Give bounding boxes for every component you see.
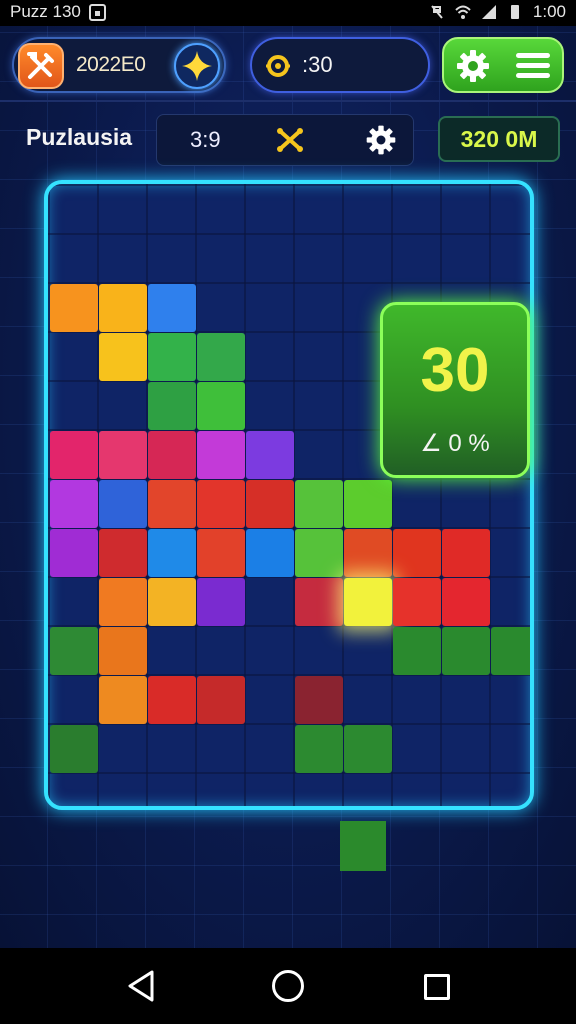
puzzle-piece[interactable] — [393, 529, 441, 577]
puzzle-piece[interactable] — [197, 333, 245, 381]
game-title: Puzlausia — [26, 124, 133, 150]
shuffle-icon[interactable] — [275, 125, 305, 155]
puzzle-piece[interactable] — [197, 480, 245, 528]
tools-button[interactable] — [18, 43, 64, 89]
settings-gear-icon[interactable] — [454, 47, 492, 85]
progress-percent: ∠ 0 % — [420, 430, 490, 457]
puzzle-piece[interactable] — [99, 480, 147, 528]
puzzle-piece[interactable] — [197, 431, 245, 479]
tools-icon — [27, 52, 54, 79]
do-not-disturb-icon — [431, 5, 443, 19]
coin-count: :30 — [302, 52, 333, 77]
puzzle-piece[interactable] — [99, 284, 147, 332]
puzzle-piece[interactable] — [148, 382, 196, 430]
score-panel: 320 0M — [438, 116, 560, 162]
puzzle-piece[interactable] — [295, 578, 343, 626]
puzzle-piece[interactable] — [344, 529, 392, 577]
puzzle-piece[interactable] — [50, 480, 98, 528]
puzzle-piece[interactable] — [246, 529, 294, 577]
timer-value: 3:9 — [190, 127, 221, 152]
puzzle-piece[interactable] — [50, 529, 98, 577]
puzzle-board[interactable] — [44, 180, 534, 810]
puzzle-piece[interactable] — [442, 627, 490, 675]
recent-apps-icon[interactable] — [424, 974, 450, 1000]
hud-divider — [0, 100, 576, 102]
score-value: 320 0M — [460, 126, 538, 152]
wifi-icon — [455, 5, 471, 19]
puzzle-piece[interactable] — [148, 578, 196, 626]
hint-button[interactable] — [174, 43, 220, 89]
home-icon[interactable] — [272, 970, 304, 1002]
back-icon[interactable] — [124, 968, 158, 1004]
puzzle-piece[interactable] — [99, 431, 147, 479]
coin-icon — [266, 55, 290, 77]
puzzle-piece[interactable] — [50, 627, 98, 675]
puzzle-piece[interactable] — [148, 333, 196, 381]
loose-puzzle-piece[interactable] — [340, 821, 386, 871]
puzzle-piece[interactable] — [491, 627, 530, 675]
puzzle-piece[interactable] — [148, 431, 196, 479]
status-app-label: Puzz 130 — [10, 2, 81, 21]
tool-value: 2022E0 — [76, 53, 146, 76]
puzzle-piece[interactable] — [246, 480, 294, 528]
puzzle-piece[interactable] — [442, 529, 490, 577]
puzzle-piece[interactable] — [393, 627, 441, 675]
puzzle-piece[interactable] — [99, 578, 147, 626]
navigation-bar — [0, 948, 576, 1024]
puzzle-piece[interactable] — [344, 725, 392, 773]
puzzle-piece[interactable] — [148, 676, 196, 724]
options-panel — [442, 37, 564, 93]
game-area: 2022E0 :30 Puzlausia 3:9 320 0M 30 ∠ 0 % — [0, 26, 576, 948]
coin-panel: :30 — [250, 37, 430, 93]
puzzle-piece[interactable] — [197, 676, 245, 724]
puzzle-piece[interactable] — [148, 529, 196, 577]
puzzle-piece[interactable] — [50, 725, 98, 773]
settings-icon[interactable] — [364, 123, 398, 157]
puzzle-piece[interactable] — [99, 627, 147, 675]
puzzle-piece[interactable] — [50, 284, 98, 332]
puzzle-piece[interactable] — [344, 578, 392, 626]
sparkle-icon — [182, 51, 212, 81]
puzzle-piece[interactable] — [197, 529, 245, 577]
puzzle-piece[interactable] — [99, 333, 147, 381]
puzzle-piece[interactable] — [295, 480, 343, 528]
menu-icon[interactable] — [516, 53, 550, 79]
status-time: 1:00 — [532, 2, 566, 21]
puzzle-piece[interactable] — [442, 578, 490, 626]
puzzle-piece[interactable] — [344, 480, 392, 528]
puzzle-piece[interactable] — [295, 676, 343, 724]
puzzle-piece[interactable] — [148, 480, 196, 528]
puzzle-piece[interactable] — [197, 578, 245, 626]
battery-icon — [510, 5, 519, 19]
progress-value: 30 — [420, 336, 490, 405]
puzzle-piece[interactable] — [295, 529, 343, 577]
puzzle-piece[interactable] — [50, 431, 98, 479]
tool-panel: 2022E0 — [12, 37, 226, 93]
signal-icon — [481, 5, 496, 19]
status-bar: Puzz 130 1:00 — [0, 0, 576, 26]
timer-panel: 3:9 — [156, 114, 414, 166]
puzzle-piece[interactable] — [197, 382, 245, 430]
puzzle-piece[interactable] — [99, 676, 147, 724]
puzzle-piece[interactable] — [295, 725, 343, 773]
notification-icon — [88, 3, 106, 21]
puzzle-piece[interactable] — [148, 284, 196, 332]
puzzle-piece[interactable] — [246, 431, 294, 479]
puzzle-piece[interactable] — [99, 529, 147, 577]
level-progress-card: 30 ∠ 0 % — [380, 302, 530, 478]
puzzle-piece[interactable] — [393, 578, 441, 626]
